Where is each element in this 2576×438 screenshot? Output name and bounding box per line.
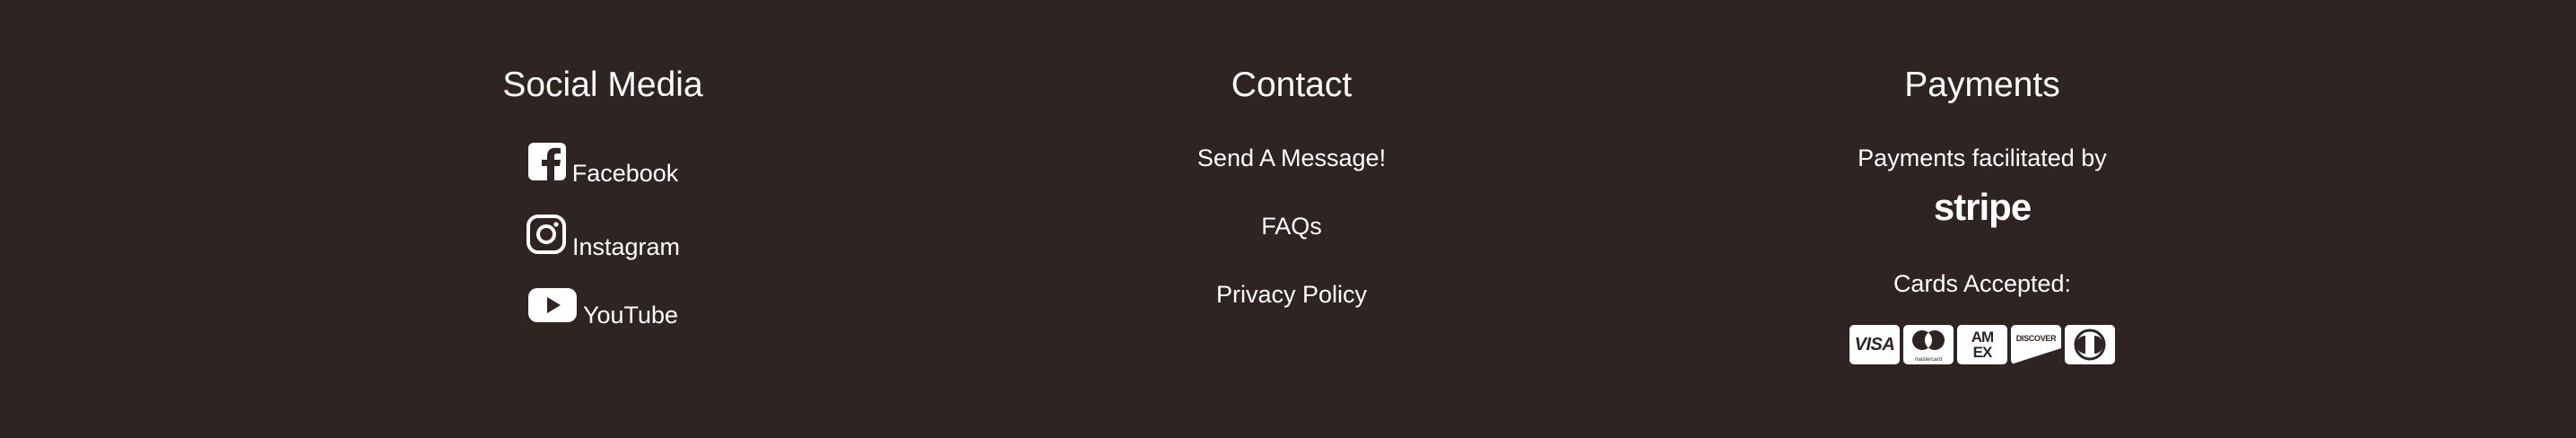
facebook-label: Facebook: [571, 160, 679, 187]
facebook-icon: [527, 142, 567, 188]
instagram-link[interactable]: Instagram: [423, 214, 782, 261]
payments-heading: Payments: [1904, 66, 2060, 104]
mastercard-card-text: mastercard: [1914, 357, 1942, 363]
visa-card-icon: VISA: [1849, 325, 1900, 364]
site-footer: Social Media Facebook Instagram YouTube …: [0, 0, 2576, 438]
youtube-icon: [527, 287, 578, 329]
instagram-icon: [526, 214, 567, 261]
cards-accepted-label: Cards Accepted:: [1893, 270, 2072, 297]
stripe-logo: stripe: [1933, 186, 2032, 228]
contact-heading: Contact: [1231, 66, 1353, 104]
social-media-heading: Social Media: [502, 66, 703, 104]
youtube-link[interactable]: YouTube: [423, 287, 782, 329]
amex-card-text: AM EX: [1971, 328, 1994, 361]
mastercard-card-icon: mastercard: [1903, 325, 1954, 364]
faqs-link[interactable]: FAQs: [1112, 212, 1471, 241]
send-message-link[interactable]: Send A Message!: [1112, 144, 1471, 172]
visa-card-text: VISA: [1854, 334, 1895, 355]
youtube-label: YouTube: [582, 302, 679, 328]
payments-facilitated-text: Payments facilitated by: [1858, 145, 2107, 171]
instagram-label: Instagram: [571, 233, 681, 260]
accepted-cards-list: VISA mastercard AM EX DISCOVER: [1767, 325, 2197, 364]
privacy-policy-link[interactable]: Privacy Policy: [1112, 280, 1471, 309]
diners-card-icon: [2065, 325, 2115, 364]
discover-card-icon: DISCOVER: [2011, 325, 2061, 364]
facebook-link[interactable]: Facebook: [423, 142, 782, 188]
amex-card-icon: AM EX: [1957, 325, 2007, 364]
